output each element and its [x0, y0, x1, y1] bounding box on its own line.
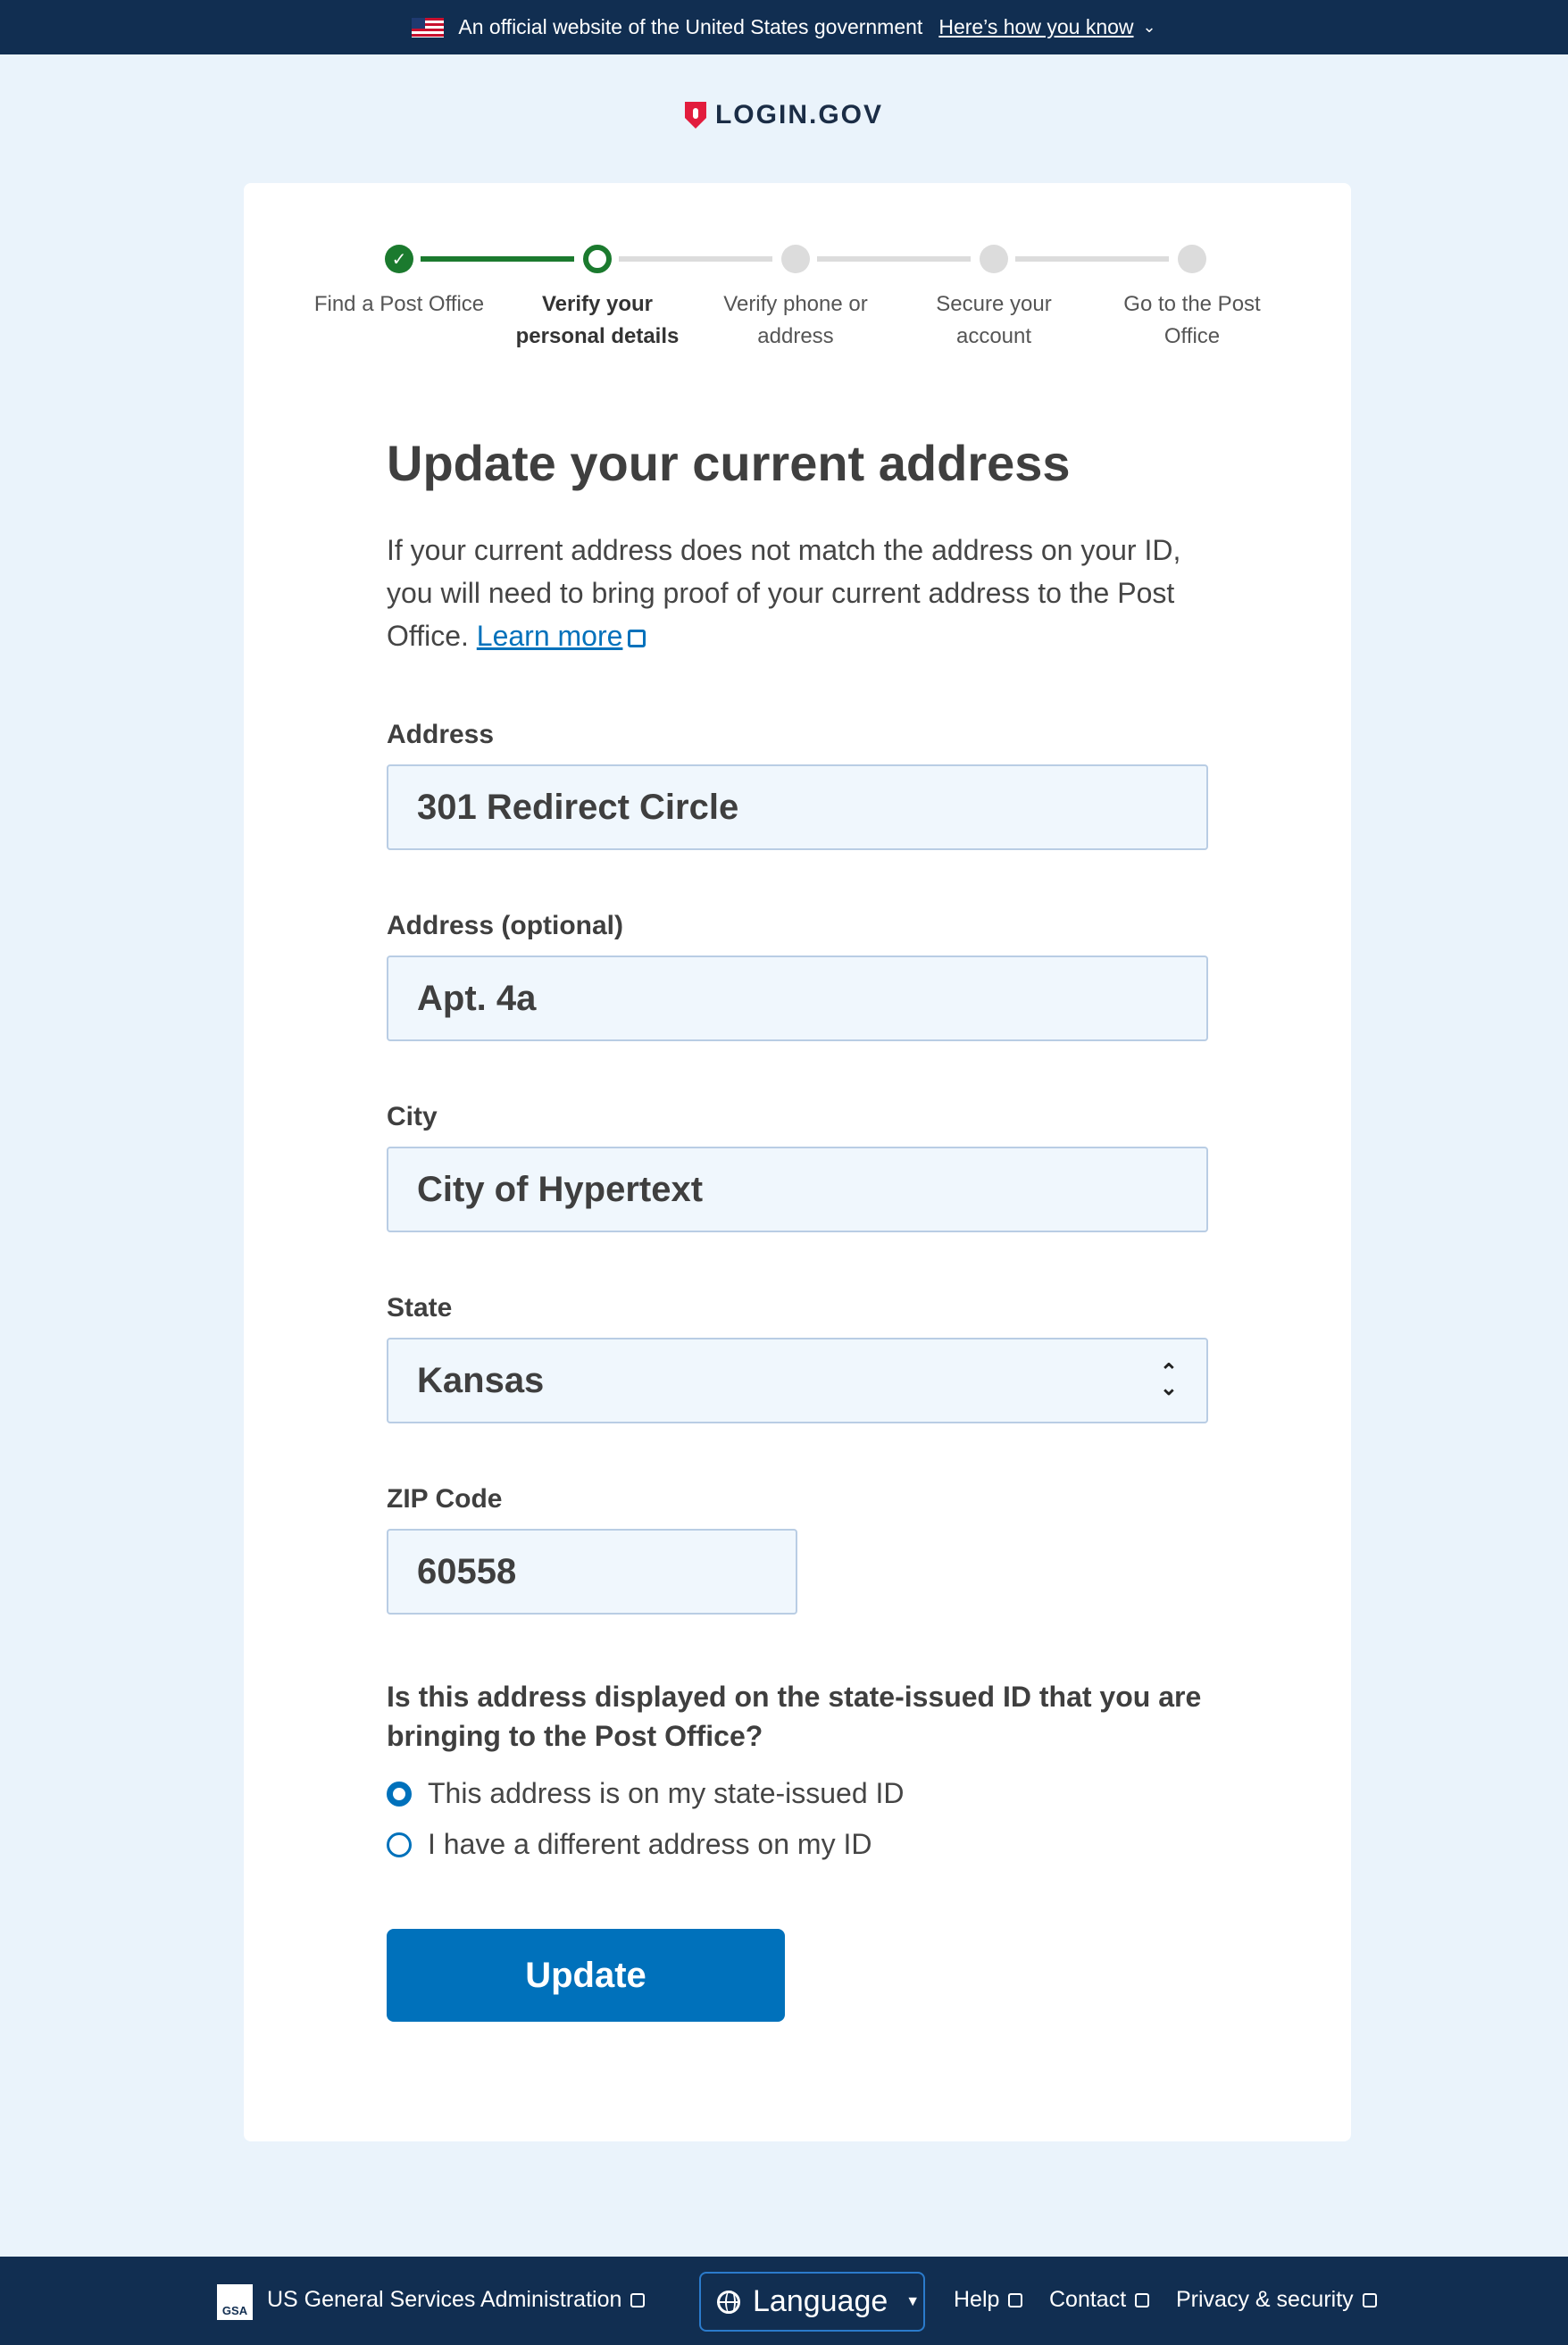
step-label-secure-account: Secure your account [936, 292, 1052, 348]
address1-field: Address 301 Redirect Circle [387, 720, 1208, 851]
us-flag-icon [412, 17, 445, 38]
state-select[interactable]: Kansas ⌃ ⌄ [387, 1338, 1208, 1424]
step-current-dot [583, 245, 612, 273]
address1-input[interactable]: 301 Redirect Circle [387, 764, 1208, 851]
external-link-icon [1135, 2292, 1150, 2307]
logo-text: LOGIN.GOV [714, 100, 883, 129]
gsa-logo: GSA [217, 2284, 253, 2320]
heres-how-you-know-link[interactable]: Here’s how you know [938, 15, 1133, 39]
step-label-find-post-office: Find a Post Office [313, 292, 485, 316]
radio-checked-icon[interactable] [387, 1781, 412, 1807]
contact-link-label: Contact [1049, 2287, 1127, 2312]
address1-label: Address [387, 720, 495, 750]
chevron-down-icon[interactable]: ⌄ [1143, 18, 1156, 37]
radio-option-same-address[interactable]: This address is on my state-issued ID [387, 1777, 1208, 1810]
id-address-question: Is this address displayed on the state-i… [387, 1681, 1202, 1753]
select-arrows-icon: ⌃ ⌄ [1159, 1360, 1178, 1401]
zip-input[interactable]: 60558 [387, 1529, 797, 1615]
step-upcoming-dot [1178, 245, 1206, 273]
language-button[interactable]: Language ▼ [699, 2272, 925, 2332]
address2-field: Address (optional) Apt. 4a [387, 911, 1208, 1042]
state-label: State [387, 1293, 453, 1323]
step-indicator: ✓ Find a Post Office Verify your persona… [297, 235, 1297, 348]
caret-down-icon: ▼ [905, 2293, 921, 2309]
footer: GSA US General Services Administration L… [0, 2257, 1568, 2345]
learn-more-label: Learn more [476, 620, 623, 653]
step-connector [619, 256, 772, 262]
address-form: Update your current address If your curr… [387, 433, 1208, 2023]
globe-icon [717, 2290, 740, 2314]
city-field: City City of Hypertext [387, 1102, 1208, 1233]
gsa-link-label: US General Services Administration [267, 2287, 622, 2312]
external-link-icon [630, 2292, 646, 2307]
language-label: Language [753, 2284, 888, 2318]
address2-input[interactable]: Apt. 4a [387, 956, 1208, 1042]
intro-text: If your current address does not match t… [387, 529, 1208, 657]
main-card: ✓ Find a Post Office Verify your persona… [244, 183, 1351, 2141]
step-upcoming-dot [781, 245, 810, 273]
zip-label: ZIP Code [387, 1484, 503, 1515]
city-label: City [387, 1102, 438, 1132]
external-link-icon [1362, 2292, 1377, 2307]
step-connector [817, 256, 971, 262]
gsa-link[interactable]: US General Services Administration [267, 2287, 646, 2313]
address2-label: Address (optional) [387, 911, 624, 941]
step-connector [1015, 256, 1169, 262]
zip-field: ZIP Code 60558 [387, 1484, 1208, 1615]
state-field: State Kansas ⌃ ⌄ [387, 1293, 1208, 1424]
privacy-link[interactable]: Privacy & security [1176, 2287, 1377, 2313]
radio-option-different-address[interactable]: I have a different address on my ID [387, 1828, 1208, 1861]
radio-unchecked-icon[interactable] [387, 1832, 412, 1857]
radio-label-different-address: I have a different address on my ID [428, 1828, 872, 1861]
radio-label-same-address: This address is on my state-issued ID [428, 1777, 905, 1810]
help-link-label: Help [954, 2287, 1000, 2312]
update-button[interactable]: Update [387, 1929, 785, 2023]
state-selected-value: Kansas [417, 1360, 545, 1400]
shield-icon [684, 102, 706, 129]
step-complete-check-icon: ✓ [385, 245, 413, 273]
learn-more-link[interactable]: Learn more [477, 620, 646, 652]
login-gov-logo[interactable]: LOGIN.GOV [0, 100, 1568, 130]
step-label-verify-phone: Verify phone or address [723, 292, 868, 348]
external-link-icon [1008, 2292, 1023, 2307]
page-title: Update your current address [387, 435, 1071, 491]
step-label-verify-details: Verify your personal details [515, 292, 680, 348]
step-upcoming-dot [980, 245, 1008, 273]
privacy-link-label: Privacy & security [1176, 2287, 1354, 2312]
step-connector [421, 256, 574, 262]
city-input[interactable]: City of Hypertext [387, 1147, 1208, 1233]
gov-banner-text: An official website of the United States… [458, 15, 923, 38]
help-link[interactable]: Help [954, 2287, 1023, 2313]
external-link-icon [628, 630, 646, 648]
gov-banner: An official website of the United States… [0, 0, 1568, 54]
step-label-go-to-post-office: Go to the Post Office [1123, 292, 1261, 348]
contact-link[interactable]: Contact [1049, 2287, 1150, 2313]
